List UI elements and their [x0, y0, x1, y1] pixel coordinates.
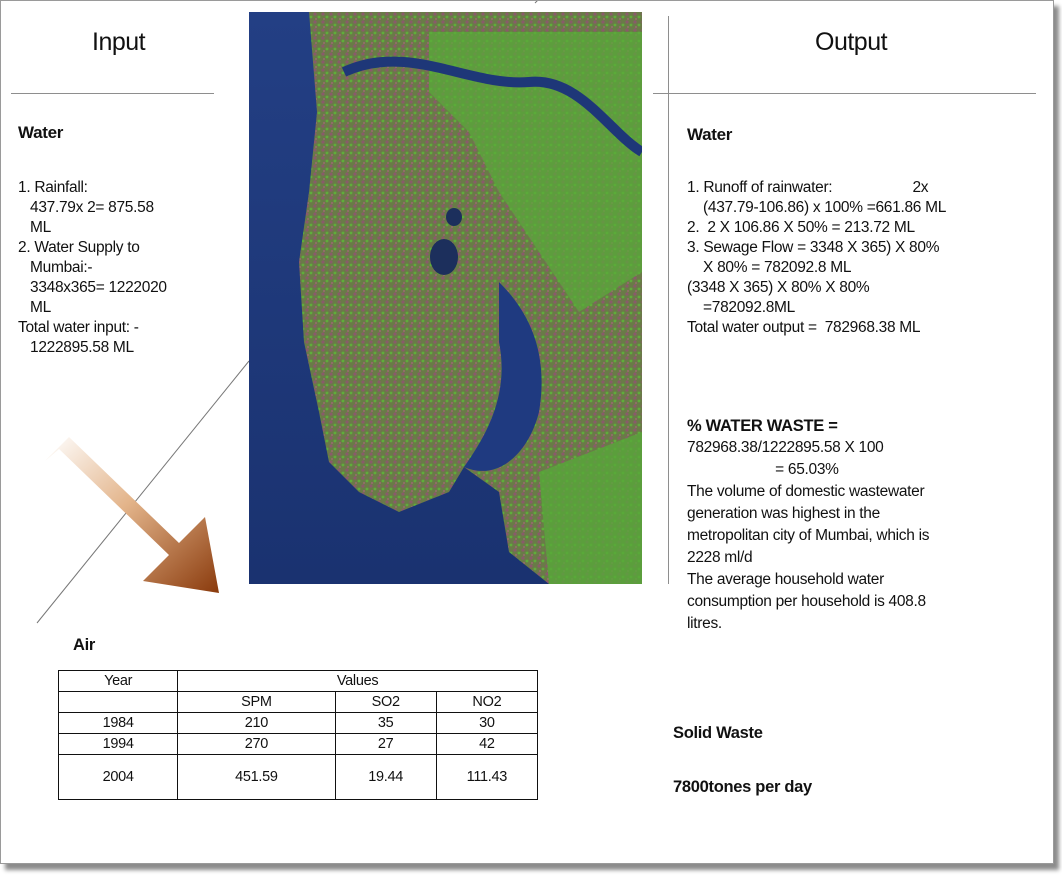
water-waste-text: 782968.38/1222895.58 X 100 = 65.03% The … — [687, 437, 929, 635]
water-waste-heading: % WATER WASTE = — [687, 417, 838, 435]
table-row: 1984 210 35 30 — [57, 712, 539, 734]
table-cell-so2: 19.44 — [334, 754, 437, 800]
satellite-map-image — [249, 12, 642, 584]
water-waste-line: The average household water — [687, 571, 884, 588]
output-water-line: 3. Sewage Flow = 3348 X 365) X 80% — [687, 239, 940, 256]
output-water-line: 2. 2 X 106.86 X 50% = 213.72 ML — [687, 219, 915, 236]
table-cell-spm: 210 — [177, 712, 336, 734]
table-header-values: Values — [177, 670, 538, 692]
output-water-line: (437.79-106.86) x 100% =661.86 ML — [687, 199, 947, 216]
table-header-so2: SO2 — [334, 691, 437, 713]
table-cell-year: 2004 — [57, 754, 179, 800]
table-cell-year: 1994 — [57, 733, 179, 755]
output-water-text: 1. Runoff of rainwater: 2x (437.79-106.8… — [687, 178, 946, 338]
table-cell-spm: 270 — [177, 733, 336, 755]
water-waste-line: 2228 ml/d — [687, 549, 753, 566]
water-waste-line: consumption per household is 408.8 — [687, 593, 926, 610]
arrow-icon — [45, 437, 219, 593]
water-waste-line: = 65.03% — [687, 461, 839, 478]
water-waste-line: generation was highest in the — [687, 505, 880, 522]
table-cell-empty — [57, 691, 179, 713]
table-cell-no2: 111.43 — [435, 754, 539, 800]
slide: Input Output Water 1. Rainfall: 437.79x … — [0, 0, 1054, 864]
table-cell-no2: 30 — [435, 712, 539, 734]
output-water-line: =782092.8ML — [687, 299, 795, 316]
solid-waste-heading: Solid Waste — [673, 724, 763, 742]
lake-small — [446, 208, 462, 226]
table-subheader-row: SPM SO2 NO2 — [57, 691, 539, 713]
connector-line-top — [534, 1, 538, 4]
table-header-spm: SPM — [177, 691, 336, 713]
table-cell-year: 1984 — [57, 712, 179, 734]
table-header-row: Year Values — [57, 670, 538, 692]
table-cell-no2: 42 — [435, 733, 539, 755]
lake — [430, 239, 458, 275]
table-header-year: Year — [57, 670, 179, 692]
solid-waste-value: 7800tones per day — [673, 778, 812, 796]
table-cell-so2: 35 — [334, 712, 437, 734]
output-water-line: Total water output = 782968.38 ML — [687, 319, 921, 336]
air-quality-table: Year Values SPM SO2 NO2 1984 210 35 30 1… — [57, 670, 539, 800]
table-cell-spm: 451.59 — [177, 754, 336, 800]
table-row: 2004 451.59 19.44 111.43 — [57, 754, 539, 800]
water-waste-line: metropolitan city of Mumbai, which is — [687, 527, 930, 544]
output-water-line: (3348 X 365) X 80% X 80% — [687, 279, 870, 296]
table-header-no2: NO2 — [435, 691, 539, 713]
water-waste-line: litres. — [687, 615, 722, 632]
water-waste-line: The volume of domestic wastewater — [687, 483, 925, 500]
output-water-line: X 80% = 782092.8 ML — [687, 259, 852, 276]
air-heading: Air — [73, 636, 96, 654]
table-row: 1994 270 27 42 — [57, 733, 539, 755]
arrow-shape — [45, 437, 219, 593]
output-water-line: 1. Runoff of rainwater: 2x — [687, 179, 929, 196]
output-water-heading: Water — [687, 125, 733, 144]
table-cell-so2: 27 — [334, 733, 437, 755]
water-waste-line: 782968.38/1222895.58 X 100 — [687, 439, 884, 456]
